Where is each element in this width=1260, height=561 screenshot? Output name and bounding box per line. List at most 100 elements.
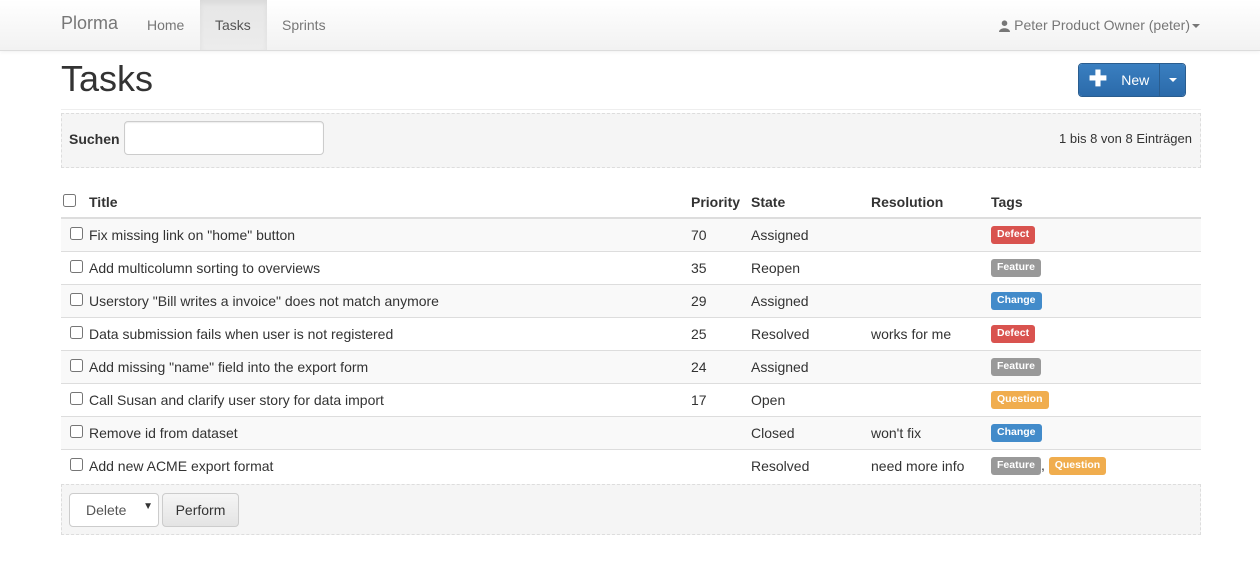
tag-badge: Change — [991, 292, 1042, 311]
task-state: Assigned — [751, 350, 871, 384]
task-resolution — [871, 383, 991, 417]
user-name: Peter Product Owner (peter) — [1014, 17, 1190, 33]
nav-sprints[interactable]: Sprints — [267, 0, 341, 50]
row-checkbox[interactable] — [69, 260, 83, 273]
new-dropdown-toggle[interactable] — [1159, 64, 1185, 96]
row-select-cell — [61, 449, 89, 482]
task-title[interactable]: Add new ACME export format — [89, 449, 691, 482]
task-title[interactable]: Call Susan and clarify user story for da… — [89, 383, 691, 417]
task-resolution — [871, 251, 991, 285]
tag-badge: Defect — [991, 226, 1036, 245]
row-select-cell — [61, 416, 89, 450]
task-priority — [691, 416, 751, 450]
task-title[interactable]: Fix missing link on "home" button — [89, 217, 691, 252]
task-tags: Feature, Question — [991, 449, 1201, 482]
task-tags: Question — [991, 383, 1201, 417]
task-priority: 29 — [691, 284, 751, 318]
task-priority: 17 — [691, 383, 751, 417]
tag-badge: Question — [1048, 457, 1107, 476]
task-tags: Defect — [991, 217, 1201, 252]
nav-tasks[interactable]: Tasks — [200, 0, 267, 50]
row-checkbox[interactable] — [69, 293, 83, 306]
task-resolution — [871, 217, 991, 252]
task-tags: Defect — [991, 317, 1201, 351]
tag-badge: Change — [991, 424, 1042, 443]
tag-badge: Question — [991, 391, 1049, 410]
dropdown-arrow-icon: ▼ — [143, 501, 153, 512]
row-checkbox[interactable] — [69, 392, 83, 405]
pagination-info: 1 bis 8 von 8 Einträgen — [1059, 131, 1192, 146]
task-title[interactable]: Add multicolumn sorting to overviews — [89, 251, 691, 285]
row-checkbox[interactable] — [69, 227, 83, 240]
task-title[interactable]: Userstory "Bill writes a invoice" does n… — [89, 284, 691, 318]
row-checkbox[interactable] — [69, 425, 83, 438]
task-title[interactable]: Add missing "name" field into the export… — [89, 350, 691, 384]
tag-badge: Feature — [991, 457, 1041, 476]
new-button[interactable]: ✚ New — [1079, 64, 1159, 96]
row-checkbox[interactable] — [69, 458, 83, 471]
new-button-label: New — [1121, 72, 1150, 88]
task-tags: Feature — [991, 350, 1201, 384]
tasks-table: Title Priority State Resolution Tags Fix… — [61, 178, 1201, 482]
header-state[interactable]: State — [751, 178, 871, 219]
task-title[interactable]: Remove id from dataset — [89, 416, 691, 450]
task-resolution — [871, 350, 991, 384]
select-all-checkbox[interactable] — [63, 194, 76, 207]
row-select-cell — [61, 317, 89, 351]
task-title[interactable]: Data submission fails when user is not r… — [89, 317, 691, 351]
search-panel: Suchen 1 bis 8 von 8 Einträgen — [61, 113, 1201, 168]
table-row[interactable]: Add multicolumn sorting to overviews 35 Re… — [61, 251, 1201, 285]
chevron-down-icon — [1168, 78, 1177, 82]
task-state: Assigned — [751, 284, 871, 318]
row-checkbox[interactable] — [69, 326, 83, 339]
page-title: Tasks — [61, 58, 154, 99]
new-button-group: ✚ New — [1078, 63, 1186, 97]
search-label: Suchen — [69, 131, 120, 147]
tag-badge: Feature — [991, 358, 1041, 377]
search-input[interactable] — [124, 121, 324, 155]
nav-home[interactable]: Home — [132, 0, 199, 50]
table-row[interactable]: Data submission fails when user is not r… — [61, 317, 1201, 351]
task-resolution — [871, 284, 991, 318]
row-select-cell — [61, 350, 89, 384]
brand[interactable]: Plorma — [61, 13, 118, 34]
table-row[interactable]: Add new ACME export format Resolved need m… — [61, 449, 1201, 482]
tag-separator: , — [1040, 456, 1049, 473]
plus-icon: ✚ — [1088, 66, 1108, 91]
row-checkbox[interactable] — [69, 359, 83, 372]
task-tags: Change — [991, 284, 1201, 318]
task-priority: 25 — [691, 317, 751, 351]
perform-button[interactable]: Perform — [162, 493, 239, 527]
action-select[interactable]: Delete ▼ — [69, 493, 159, 527]
tag-badge: Feature — [991, 259, 1041, 278]
tag-badge: Defect — [991, 325, 1036, 344]
user-icon — [999, 20, 1011, 33]
bulk-action-panel: Delete ▼ Perform — [61, 484, 1201, 535]
task-priority — [691, 449, 751, 482]
table-header-row: Title Priority State Resolution Tags — [61, 178, 1201, 219]
task-state: Reopen — [751, 251, 871, 285]
header-tags[interactable]: Tags — [991, 178, 1201, 219]
table-row[interactable]: Remove id from dataset Closed won't fix Cha… — [61, 416, 1201, 450]
header-priority[interactable]: Priority — [691, 178, 751, 219]
table-row[interactable]: Userstory "Bill writes a invoice" does n… — [61, 284, 1201, 318]
table-row[interactable]: Fix missing link on "home" button 70 Assig… — [61, 217, 1201, 252]
chevron-down-icon — [1192, 24, 1200, 29]
select-all-cell — [61, 178, 89, 219]
task-tags: Feature — [991, 251, 1201, 285]
task-tags: Change — [991, 416, 1201, 450]
table-row[interactable]: Call Susan and clarify user story for da… — [61, 383, 1201, 417]
table-row[interactable]: Add missing "name" field into the export… — [61, 350, 1201, 384]
navbar: Plorma Home Tasks Sprints Peter Product … — [0, 0, 1260, 51]
header-resolution[interactable]: Resolution — [871, 178, 991, 219]
header-title[interactable]: Title — [89, 178, 691, 219]
task-priority: 35 — [691, 251, 751, 285]
row-select-cell — [61, 383, 89, 417]
task-priority: 24 — [691, 350, 751, 384]
task-state: Open — [751, 383, 871, 417]
task-resolution: need more info — [871, 449, 991, 482]
action-select-value: Delete — [86, 502, 127, 518]
title-divider — [61, 109, 1201, 110]
task-state: Resolved — [751, 449, 871, 482]
user-menu[interactable]: Peter Product Owner (peter) — [999, 0, 1200, 50]
